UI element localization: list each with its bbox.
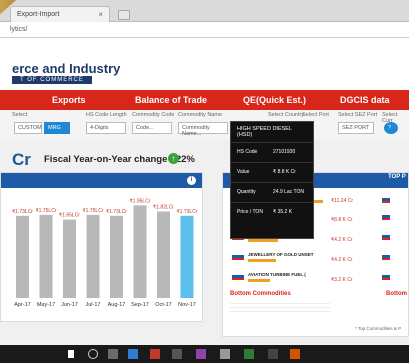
- app-icon-orange[interactable]: [290, 349, 300, 359]
- filter-label-code: Commodity Code: [132, 112, 175, 118]
- up-arrow-icon: ↑: [168, 153, 179, 164]
- task-view-icon[interactable]: [108, 349, 118, 359]
- chart-panel-header: i: [1, 173, 202, 188]
- info-icon[interactable]: i: [187, 176, 196, 185]
- tab-title: Export-Import: [17, 11, 60, 18]
- commodity-progress-4: [248, 279, 270, 282]
- app-icon-purple[interactable]: [196, 349, 206, 359]
- filter-label-sez: Select SEZ Port: [338, 112, 378, 118]
- filter-label-country: Select Country: [268, 112, 305, 118]
- tooltip-row: HS Code 27101930: [231, 142, 313, 160]
- close-tab-icon[interactable]: ×: [98, 10, 103, 19]
- ship-icon: [382, 255, 390, 260]
- ship-icon: [232, 275, 244, 280]
- ship-icon: [382, 275, 390, 280]
- commodity-progress-3: [248, 259, 276, 262]
- browser-tab[interactable]: Export-Import ×: [10, 6, 110, 22]
- tooltip-value: 24.9 Lac TON: [273, 189, 304, 195]
- sez-port-select[interactable]: SEZ PORT: [338, 122, 374, 134]
- ship-icon: [382, 215, 390, 220]
- monthly-chart-panel: i: [0, 172, 203, 322]
- monitor-screen: Export-Import × lytics/ erce and Industr…: [0, 0, 409, 363]
- ship-icon: [232, 255, 244, 260]
- os-taskbar: [0, 345, 409, 363]
- tooltip-row: Value ₹ 8.8 K Cr: [231, 162, 313, 180]
- commodity-value-3: ₹4.2 K Cr: [331, 257, 353, 263]
- tooltip-row: Quantity 24.9 Lac TON: [231, 182, 313, 200]
- ship-icon: [382, 198, 390, 203]
- tooltip-title: HIGH SPEED DIESEL (HSD): [231, 122, 313, 143]
- nav-exports[interactable]: Exports: [52, 95, 86, 105]
- bottom-panel-title: Bottom: [386, 291, 407, 297]
- edge-icon[interactable]: [128, 349, 138, 359]
- top-panel-title: TOP P: [388, 174, 406, 180]
- ministry-title: erce and Industry: [12, 61, 121, 76]
- department-subtitle: T OF COMMERCE: [12, 76, 92, 84]
- total-value-unit: Cr: [12, 150, 31, 169]
- ship-icon: [382, 235, 390, 240]
- app-icon-green[interactable]: [244, 349, 254, 359]
- filter-label-port: Select Port: [302, 112, 329, 118]
- hs-length-select[interactable]: 4-Digits: [86, 122, 126, 134]
- browser-tabbar: Export-Import ×: [0, 0, 409, 22]
- commodity-name-4[interactable]: AVIATION TURBINE FUEL (: [248, 272, 306, 277]
- filter-label-hs: HS Code Length: [86, 112, 127, 118]
- tooltip-row: Price / TON ₹ 35.2 K: [231, 202, 313, 220]
- tooltip-key: Value: [237, 169, 250, 175]
- custom-toggle[interactable]: CUSTOM: [14, 122, 42, 134]
- commodity-value-0: ₹11.24 Cr: [331, 198, 353, 204]
- app-icon-gray[interactable]: [172, 349, 182, 359]
- tooltip-key: HS Code: [237, 149, 258, 155]
- tooltip-value: ₹ 8.8 K Cr: [273, 169, 296, 175]
- mrg-toggle[interactable]: MRG: [44, 122, 70, 134]
- tooltip-value: ₹ 35.2 K: [273, 209, 293, 215]
- filter-bar: Select CUSTOM MRG HS Code Length 4-Digit…: [0, 110, 409, 140]
- filter-label-select: Select: [12, 112, 28, 118]
- app-icon-dark[interactable]: [268, 349, 278, 359]
- commodity-value-2: ₹4.2 K Cr: [331, 237, 353, 243]
- tooltip-key: Quantity: [237, 189, 256, 195]
- bottom-commodity-list: [230, 300, 330, 312]
- commodity-name-input[interactable]: Commodity Name...: [178, 122, 228, 137]
- commodity-tooltip: HIGH SPEED DIESEL (HSD) HS Code 27101930…: [230, 121, 314, 239]
- commodity-name-3[interactable]: JEWELLERY OF GOLD UNSET: [248, 252, 314, 257]
- footnote: * Top Commodities & P: [355, 326, 402, 331]
- commodity-code-input[interactable]: Code...: [132, 122, 172, 134]
- tooltip-key: Price / TON: [237, 209, 263, 215]
- nav-dgcis-data[interactable]: DGCIS data: [340, 95, 390, 105]
- nav-quick-estimates[interactable]: QE(Quick Est.): [243, 95, 306, 105]
- start-icon[interactable]: [68, 350, 74, 358]
- search-icon[interactable]: [88, 349, 98, 359]
- url-text: lytics/: [10, 26, 28, 33]
- commodity-value-4: ₹3.2 K Cr: [331, 277, 353, 283]
- commodity-progress-2: [248, 239, 278, 242]
- tooltip-value: 27101930: [273, 149, 296, 155]
- app-icon-light[interactable]: [220, 349, 230, 359]
- bottom-commodities-title: Bottom Commodities: [230, 291, 291, 297]
- app-icon-red[interactable]: [150, 349, 160, 359]
- help-button[interactable]: ?: [384, 122, 398, 134]
- main-nav: Exports Balance of Trade QE(Quick Est.) …: [0, 90, 409, 110]
- filter-label-name: Commodity Name: [178, 112, 223, 118]
- nav-balance-of-trade[interactable]: Balance of Trade: [135, 95, 207, 105]
- address-bar[interactable]: lytics/: [0, 22, 409, 38]
- site-header: erce and Industry T OF COMMERCE: [0, 38, 409, 90]
- commodity-value-1: ₹8.8 K Cr: [331, 217, 353, 223]
- new-tab-button[interactable]: [118, 10, 130, 20]
